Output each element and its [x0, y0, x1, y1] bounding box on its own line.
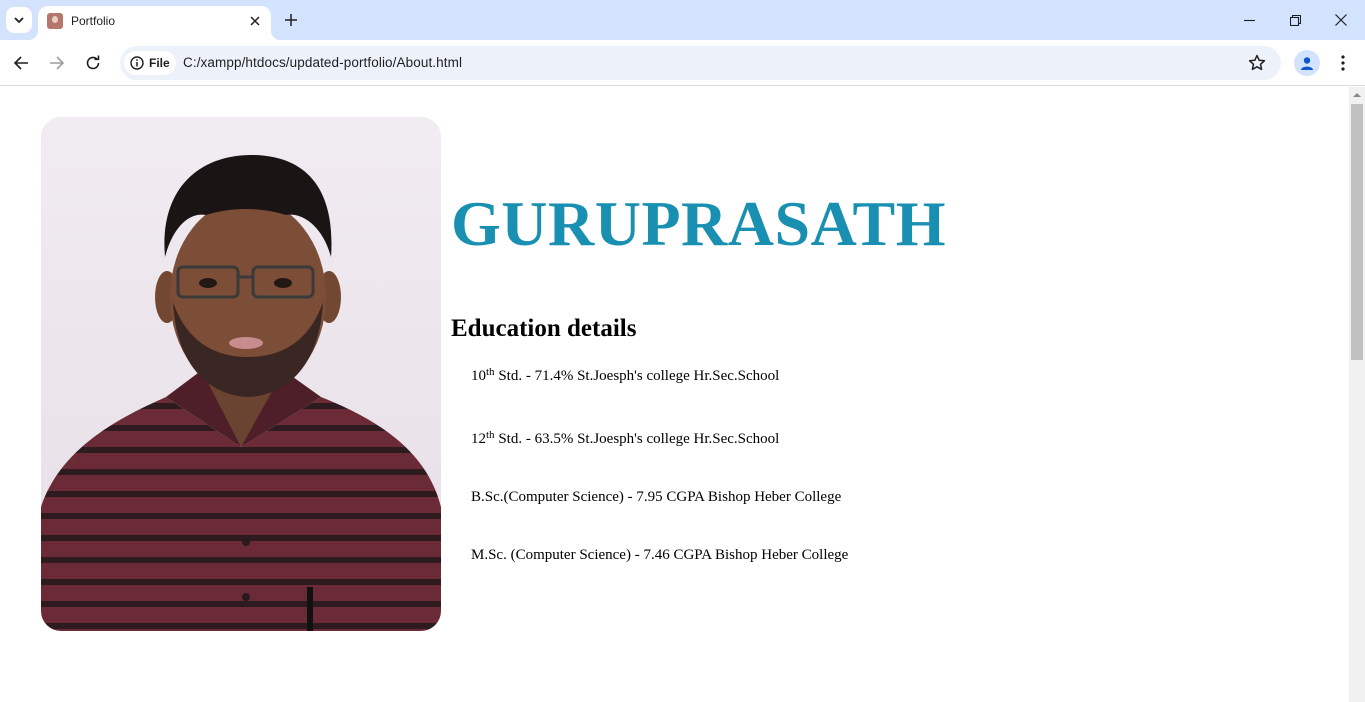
- scroll-up-arrow-icon: [1353, 93, 1361, 97]
- reload-button[interactable]: [79, 49, 107, 77]
- tab-portfolio[interactable]: Portfolio: [28, 6, 281, 40]
- profile-icon: [1301, 57, 1313, 70]
- education-item-suffix: th: [486, 429, 495, 441]
- tab-strip: Portfolio: [0, 0, 1365, 40]
- tab-close-button[interactable]: [246, 12, 264, 30]
- education-item: 10th Std. - 71.4% St.Joesph's college Hr…: [471, 366, 780, 385]
- education-item-suffix: th: [486, 366, 495, 378]
- close-window-button[interactable]: [1321, 4, 1361, 36]
- forward-button[interactable]: [43, 49, 71, 77]
- browser-menu-button[interactable]: [1330, 49, 1356, 77]
- star-icon: [1248, 54, 1266, 71]
- education-heading: Education details: [451, 315, 637, 342]
- close-icon: [1335, 14, 1347, 26]
- education-item: 12th Std. - 63.5% St.Joesph's college Hr…: [471, 429, 780, 448]
- scroll-thumb[interactable]: [1351, 104, 1363, 360]
- education-item-text: M.Sc. (Computer Science) - 7.46 CGPA Bis…: [471, 547, 849, 563]
- education-item-text: B.Sc.(Computer Science) - 7.95 CGPA Bish…: [471, 489, 842, 505]
- bookmark-button[interactable]: [1247, 53, 1267, 73]
- page-title: GURUPRASATH: [451, 188, 946, 259]
- minimize-icon: [1243, 19, 1255, 21]
- url-text[interactable]: C:/xampp/htdocs/updated-portfolio/About.…: [183, 55, 462, 70]
- close-icon: [250, 16, 260, 26]
- education-item-text: Std. - 63.5% St.Joesph's college Hr.Sec.…: [494, 431, 780, 447]
- education-item: B.Sc.(Computer Science) - 7.95 CGPA Bish…: [471, 489, 841, 506]
- forward-arrow-icon: [50, 56, 65, 70]
- new-tab-button[interactable]: [280, 9, 302, 31]
- back-button[interactable]: [7, 49, 35, 77]
- tab-search-icon: [14, 17, 24, 24]
- plus-icon: [285, 14, 297, 26]
- page-viewport: GURUPRASATH Education details 10th Std. …: [0, 87, 1349, 702]
- tab-title: Portfolio: [71, 14, 116, 28]
- profile-photo: [41, 117, 441, 631]
- restore-icon: [1289, 14, 1301, 26]
- education-item-number: 10: [471, 368, 486, 384]
- reload-icon: [86, 55, 100, 70]
- favicon-icon: [47, 13, 63, 29]
- education-item-text: Std. - 71.4% St.Joesph's college Hr.Sec.…: [494, 368, 780, 384]
- browser-toolbar: File C:/xampp/htdocs/updated-portfolio/A…: [0, 40, 1365, 86]
- page-scrollbar[interactable]: [1349, 87, 1365, 702]
- profile-button[interactable]: [1294, 50, 1320, 76]
- education-item-number: 12: [471, 431, 486, 447]
- scheme-label: File: [149, 56, 170, 70]
- address-bar[interactable]: File C:/xampp/htdocs/updated-portfolio/A…: [120, 46, 1281, 80]
- kebab-menu-icon: [1341, 55, 1345, 71]
- minimize-button[interactable]: [1229, 4, 1269, 36]
- back-arrow-icon: [13, 56, 28, 70]
- education-item: M.Sc. (Computer Science) - 7.46 CGPA Bis…: [471, 547, 848, 564]
- site-info-chip[interactable]: File: [124, 51, 176, 75]
- restore-button[interactable]: [1275, 4, 1315, 36]
- info-icon: [130, 56, 144, 70]
- scroll-up-button[interactable]: [1349, 87, 1365, 103]
